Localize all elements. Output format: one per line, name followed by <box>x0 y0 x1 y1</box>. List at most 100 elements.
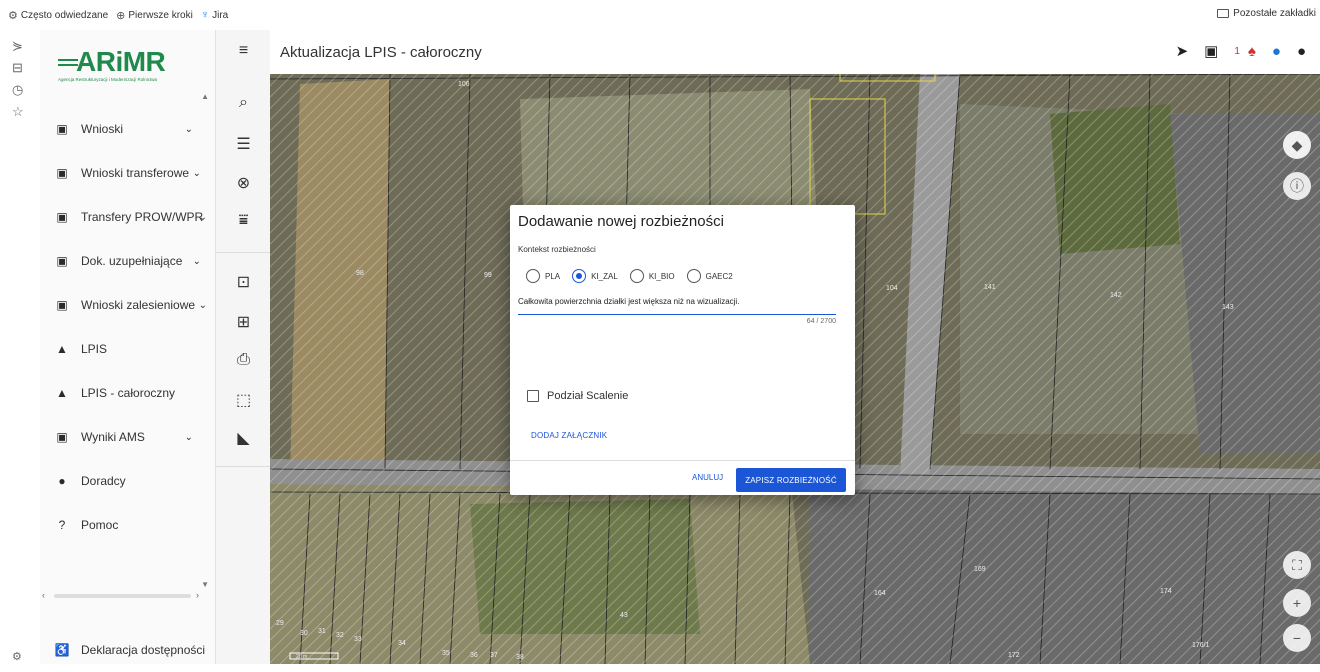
mountain-icon: ▲ <box>56 342 68 356</box>
chevron-down-icon: ⌄ <box>184 431 193 443</box>
arimr-logo[interactable]: ARiMR Agencja Restrukturyzacji i Moderni… <box>58 44 208 84</box>
parcel-label: 34 <box>398 640 406 647</box>
sidebar-item-lpis[interactable]: ▲ LPIS <box>40 327 215 371</box>
radio-gaec2[interactable]: GAEC2 <box>686 269 733 283</box>
radio-circle[interactable] <box>629 269 644 283</box>
bookmark-first-steps[interactable]: ⊕ Pierwsze kroki <box>116 9 193 22</box>
sidebar-item-dok-uzupelniajace[interactable]: ▣ Dok. uzupełniające ⌄ <box>40 239 215 283</box>
filter-alert-icon[interactable]: ⩸ <box>216 212 271 230</box>
cancel-circle-icon[interactable]: ⊗ <box>216 173 271 193</box>
bookmark-other[interactable]: Pozostałe zakładki <box>1217 8 1316 19</box>
bell-icon[interactable]: ♠ <box>1248 43 1256 60</box>
alert-box-icon[interactable]: ⊞ <box>216 312 271 332</box>
parcel-label: 164 <box>874 590 886 597</box>
sidebar-item-wnioski-transferowe[interactable]: ▣ Wnioski transferowe ⌄ <box>40 151 215 195</box>
discrepancy-text-input[interactable]: Całkowita powierzchnia działki jest więk… <box>518 293 836 315</box>
chevron-down-icon: ⌄ <box>192 167 201 179</box>
chevron-down-icon: ⌄ <box>184 123 193 135</box>
radio-circle[interactable] <box>526 269 540 283</box>
sidebar-item-wyniki-ams[interactable]: ▣ Wyniki AMS ⌄ <box>40 415 215 459</box>
browser-side-strip: ⋟ ⊟ ◷ ☆ <box>0 30 40 664</box>
parcel-label: 32 <box>336 632 344 639</box>
extension-icon[interactable]: ⋟ <box>12 38 23 54</box>
fullscreen-button[interactable]: ⛶ <box>1283 551 1311 579</box>
parcel-label: 38 <box>516 654 524 661</box>
sidebar-item-doradcy[interactable]: ● Doradcy <box>40 459 215 503</box>
info-button[interactable]: ⓘ <box>1283 172 1311 200</box>
checkbox-box[interactable] <box>527 390 539 402</box>
radio-circle[interactable] <box>686 269 701 283</box>
logo-subtitle: Agencja Restrukturyzacji i Modernizacji … <box>58 77 158 82</box>
history-icon[interactable]: ◷ <box>12 82 23 98</box>
search-icon[interactable]: ⌕ <box>216 94 271 112</box>
scroll-right-icon[interactable]: › <box>196 590 199 600</box>
radio-ki-zal[interactable]: KI_ZAL <box>572 269 618 283</box>
gear-icon: ⚙ <box>8 9 18 22</box>
star-icon[interactable]: ☆ <box>12 104 24 120</box>
sidebar-item-deklaracja[interactable]: ♿ Deklaracja dostępności <box>40 628 215 672</box>
sidebar-item-pomoc[interactable]: ? Pomoc <box>40 503 215 547</box>
chevron-down-icon: ⌄ <box>192 255 201 267</box>
parcel-label: 29 <box>276 620 284 627</box>
save-icon[interactable]: ▣ <box>1204 42 1218 60</box>
radio-circle-selected[interactable] <box>572 269 587 283</box>
minus-icon: − <box>1292 630 1302 646</box>
add-attachment-button[interactable]: DODAJ ZAŁĄCZNIK <box>531 431 607 440</box>
globe-icon: ⊕ <box>116 9 126 22</box>
bookmarks-bar: ⚙ Często odwiedzane ⊕ Pierwsze kroki ♆ Jira… <box>0 0 1320 30</box>
help-circle-icon[interactable]: ● <box>1272 43 1281 60</box>
parcel-label: 33 <box>354 636 362 643</box>
layers-button[interactable]: ◆ <box>1283 131 1311 159</box>
bounding-box-icon[interactable]: ⬚ <box>216 390 271 410</box>
accessibility-icon: ♿ <box>54 643 70 657</box>
parcel-label: 174 <box>1160 588 1172 595</box>
clipboard-icon: ▣ <box>56 122 68 136</box>
send-icon[interactable]: ➤ <box>1176 42 1189 60</box>
app-sidebar: ARiMR Agencja Restrukturyzacji i Moderni… <box>40 30 215 664</box>
scrollbar-track[interactable] <box>54 594 191 598</box>
parcel-label: 99 <box>484 272 492 279</box>
scroll-left-icon[interactable]: ‹ <box>42 590 45 600</box>
account-icon[interactable]: ● <box>1297 43 1306 60</box>
menu-icon[interactable]: ≡ <box>216 42 271 60</box>
select-area-icon[interactable]: ⊡ <box>216 272 271 292</box>
parcel-label: 36 <box>470 652 478 659</box>
sidebar-item-wnioski-zalesieniowe[interactable]: ▣ Wnioski zalesieniowe ⌄ <box>40 283 215 327</box>
parcel-label: 37 <box>490 652 498 659</box>
char-counter: 64 / 2700 <box>806 318 836 325</box>
parcel-label: 141 <box>984 284 996 291</box>
folder-icon <box>1217 9 1230 18</box>
sidebar-item-lpis-caloroczny[interactable]: ▲ LPIS - całoroczny <box>40 371 215 415</box>
cancel-button[interactable]: ANULUJ <box>692 473 723 482</box>
measure-angle-icon[interactable]: ◣ <box>216 428 271 448</box>
logo-lines <box>58 59 78 69</box>
clipboard-icon: ▣ <box>56 166 68 180</box>
radio-pla[interactable]: PLA <box>526 269 560 283</box>
zoom-in-button[interactable]: + <box>1283 589 1311 617</box>
header-actions: ➤ ▣ 1 ♠ ● ● <box>1176 42 1306 61</box>
sidebar-horizontal-scrollbar[interactable]: ‹ › <box>40 588 205 602</box>
layers-icon: ◆ <box>1291 136 1303 153</box>
parcel-label: 176/1 <box>1192 642 1210 649</box>
save-discrepancy-button[interactable]: ZAPISZ ROZBIEŻNOŚĆ <box>736 468 846 492</box>
chevron-down-icon: ⌄ <box>198 299 207 311</box>
mountain-icon: ▲ <box>56 386 68 400</box>
scroll-up-icon[interactable]: ▲ <box>201 92 209 101</box>
jira-icon: ♆ <box>200 9 210 21</box>
document-settings-icon[interactable]: ⎙ <box>216 351 271 369</box>
bookmark-frequent[interactable]: ⚙ Często odwiedzane <box>8 9 108 22</box>
parcel-label: 104 <box>886 285 898 292</box>
list-icon[interactable]: ☰ <box>216 134 271 154</box>
sidebar-item-wnioski[interactable]: ▣ Wnioski ⌄ <box>40 107 215 151</box>
zoom-out-button[interactable]: − <box>1283 624 1311 652</box>
logo-text: ARiMR <box>76 46 166 77</box>
bookmark-jira[interactable]: ♆ Jira <box>201 9 228 21</box>
sidebar-item-transfery[interactable]: ▣ Transfery PROW/WPR ⌄ <box>40 195 215 239</box>
settings-icon[interactable]: ⚙ <box>12 650 22 663</box>
radio-ki-bio[interactable]: KI_BIO <box>629 269 675 283</box>
parcel-label: 172 <box>1008 652 1020 659</box>
bookmark-panel-icon[interactable]: ⊟ <box>12 60 23 76</box>
notification-count: 1 <box>1234 45 1240 57</box>
podzial-scalenie-checkbox[interactable]: Podział Scalenie <box>527 390 628 402</box>
parcel-label: 143 <box>1222 304 1234 311</box>
